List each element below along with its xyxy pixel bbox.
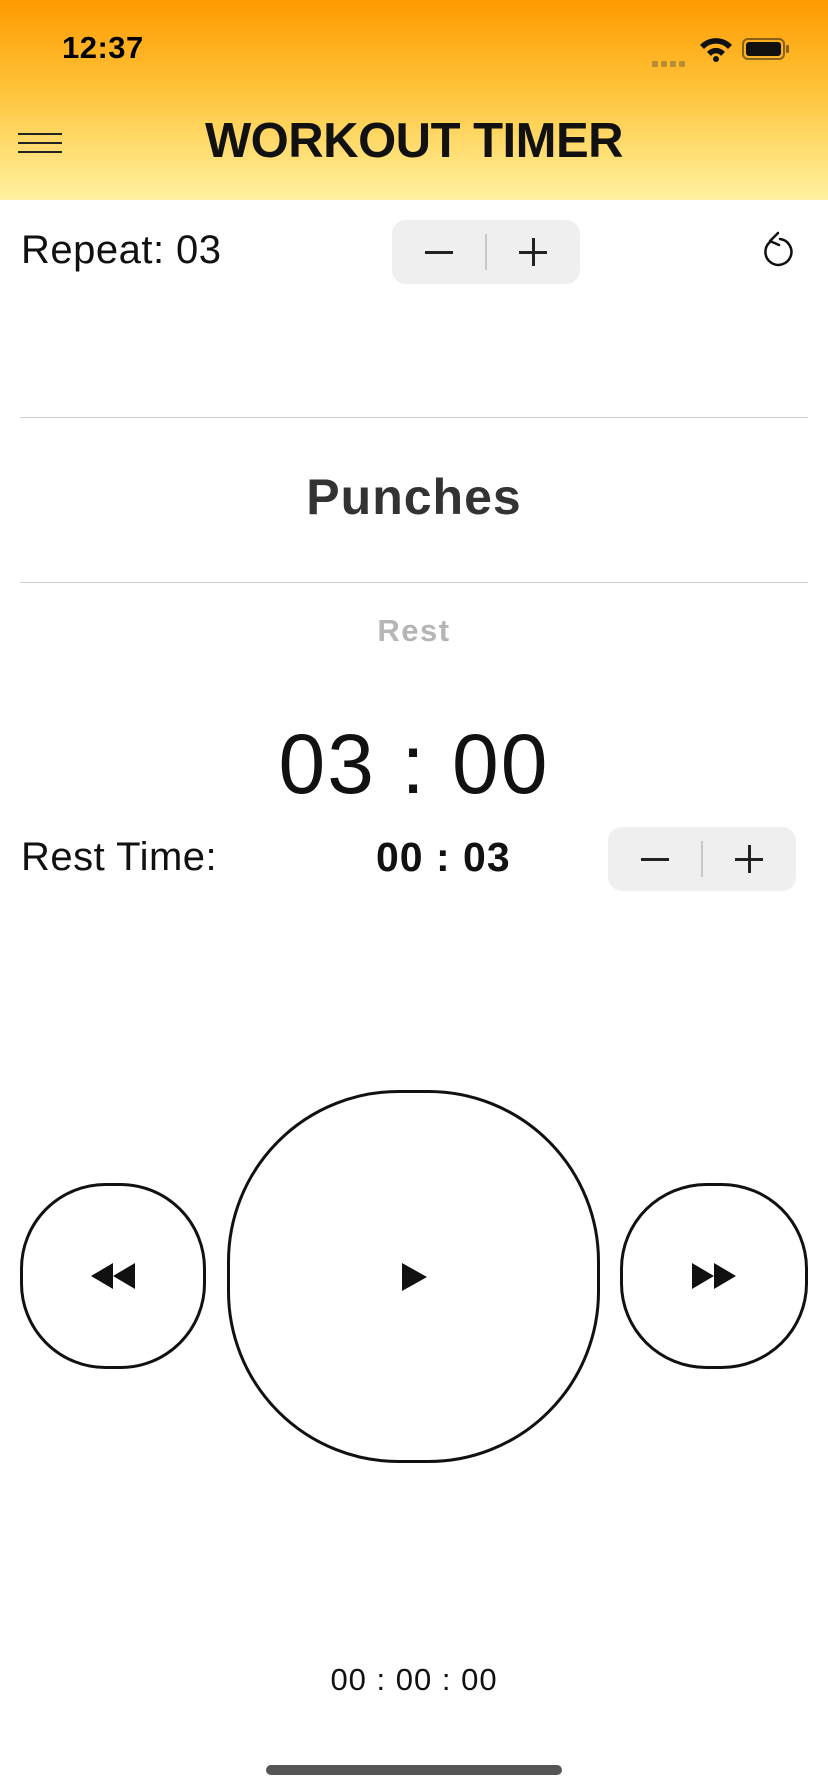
wifi-icon <box>700 38 732 62</box>
repeat-stepper <box>392 220 580 284</box>
fast-forward-icon <box>692 1263 736 1289</box>
fast-forward-button[interactable] <box>620 1183 808 1369</box>
main-timer: 03 : 00 <box>278 717 550 811</box>
total-elapsed-time: 00 : 00 : 00 <box>330 1662 498 1697</box>
home-indicator[interactable] <box>266 1765 562 1775</box>
minus-icon <box>641 858 669 861</box>
minus-icon <box>425 251 453 254</box>
play-button[interactable] <box>227 1090 600 1463</box>
status-bar-time: 12:37 <box>62 30 144 65</box>
repeat-count: 03 <box>176 228 222 272</box>
divider <box>20 417 808 418</box>
phase-label: Rest <box>377 613 451 648</box>
rest-time-label: Rest Time: <box>21 835 218 879</box>
repeat-increment-button[interactable] <box>486 220 580 284</box>
repeat-decrement-button[interactable] <box>392 220 486 284</box>
exercise-name: Punches <box>306 469 522 525</box>
repeat-label: Repeat: <box>21 228 165 272</box>
rest-time-value: 00 : 03 <box>376 834 511 880</box>
rest-time-decrement-button[interactable] <box>608 827 702 891</box>
divider <box>20 582 808 583</box>
rewind-button[interactable] <box>20 1183 206 1369</box>
cellular-signal-icon <box>652 54 688 72</box>
rest-time-increment-button[interactable] <box>702 827 796 891</box>
battery-icon <box>742 38 789 60</box>
rewind-icon <box>91 1263 135 1289</box>
app-title: WORKOUT TIMER <box>204 114 624 168</box>
rest-time-stepper <box>608 827 796 891</box>
reset-icon[interactable] <box>758 230 796 272</box>
play-icon <box>401 1262 427 1291</box>
